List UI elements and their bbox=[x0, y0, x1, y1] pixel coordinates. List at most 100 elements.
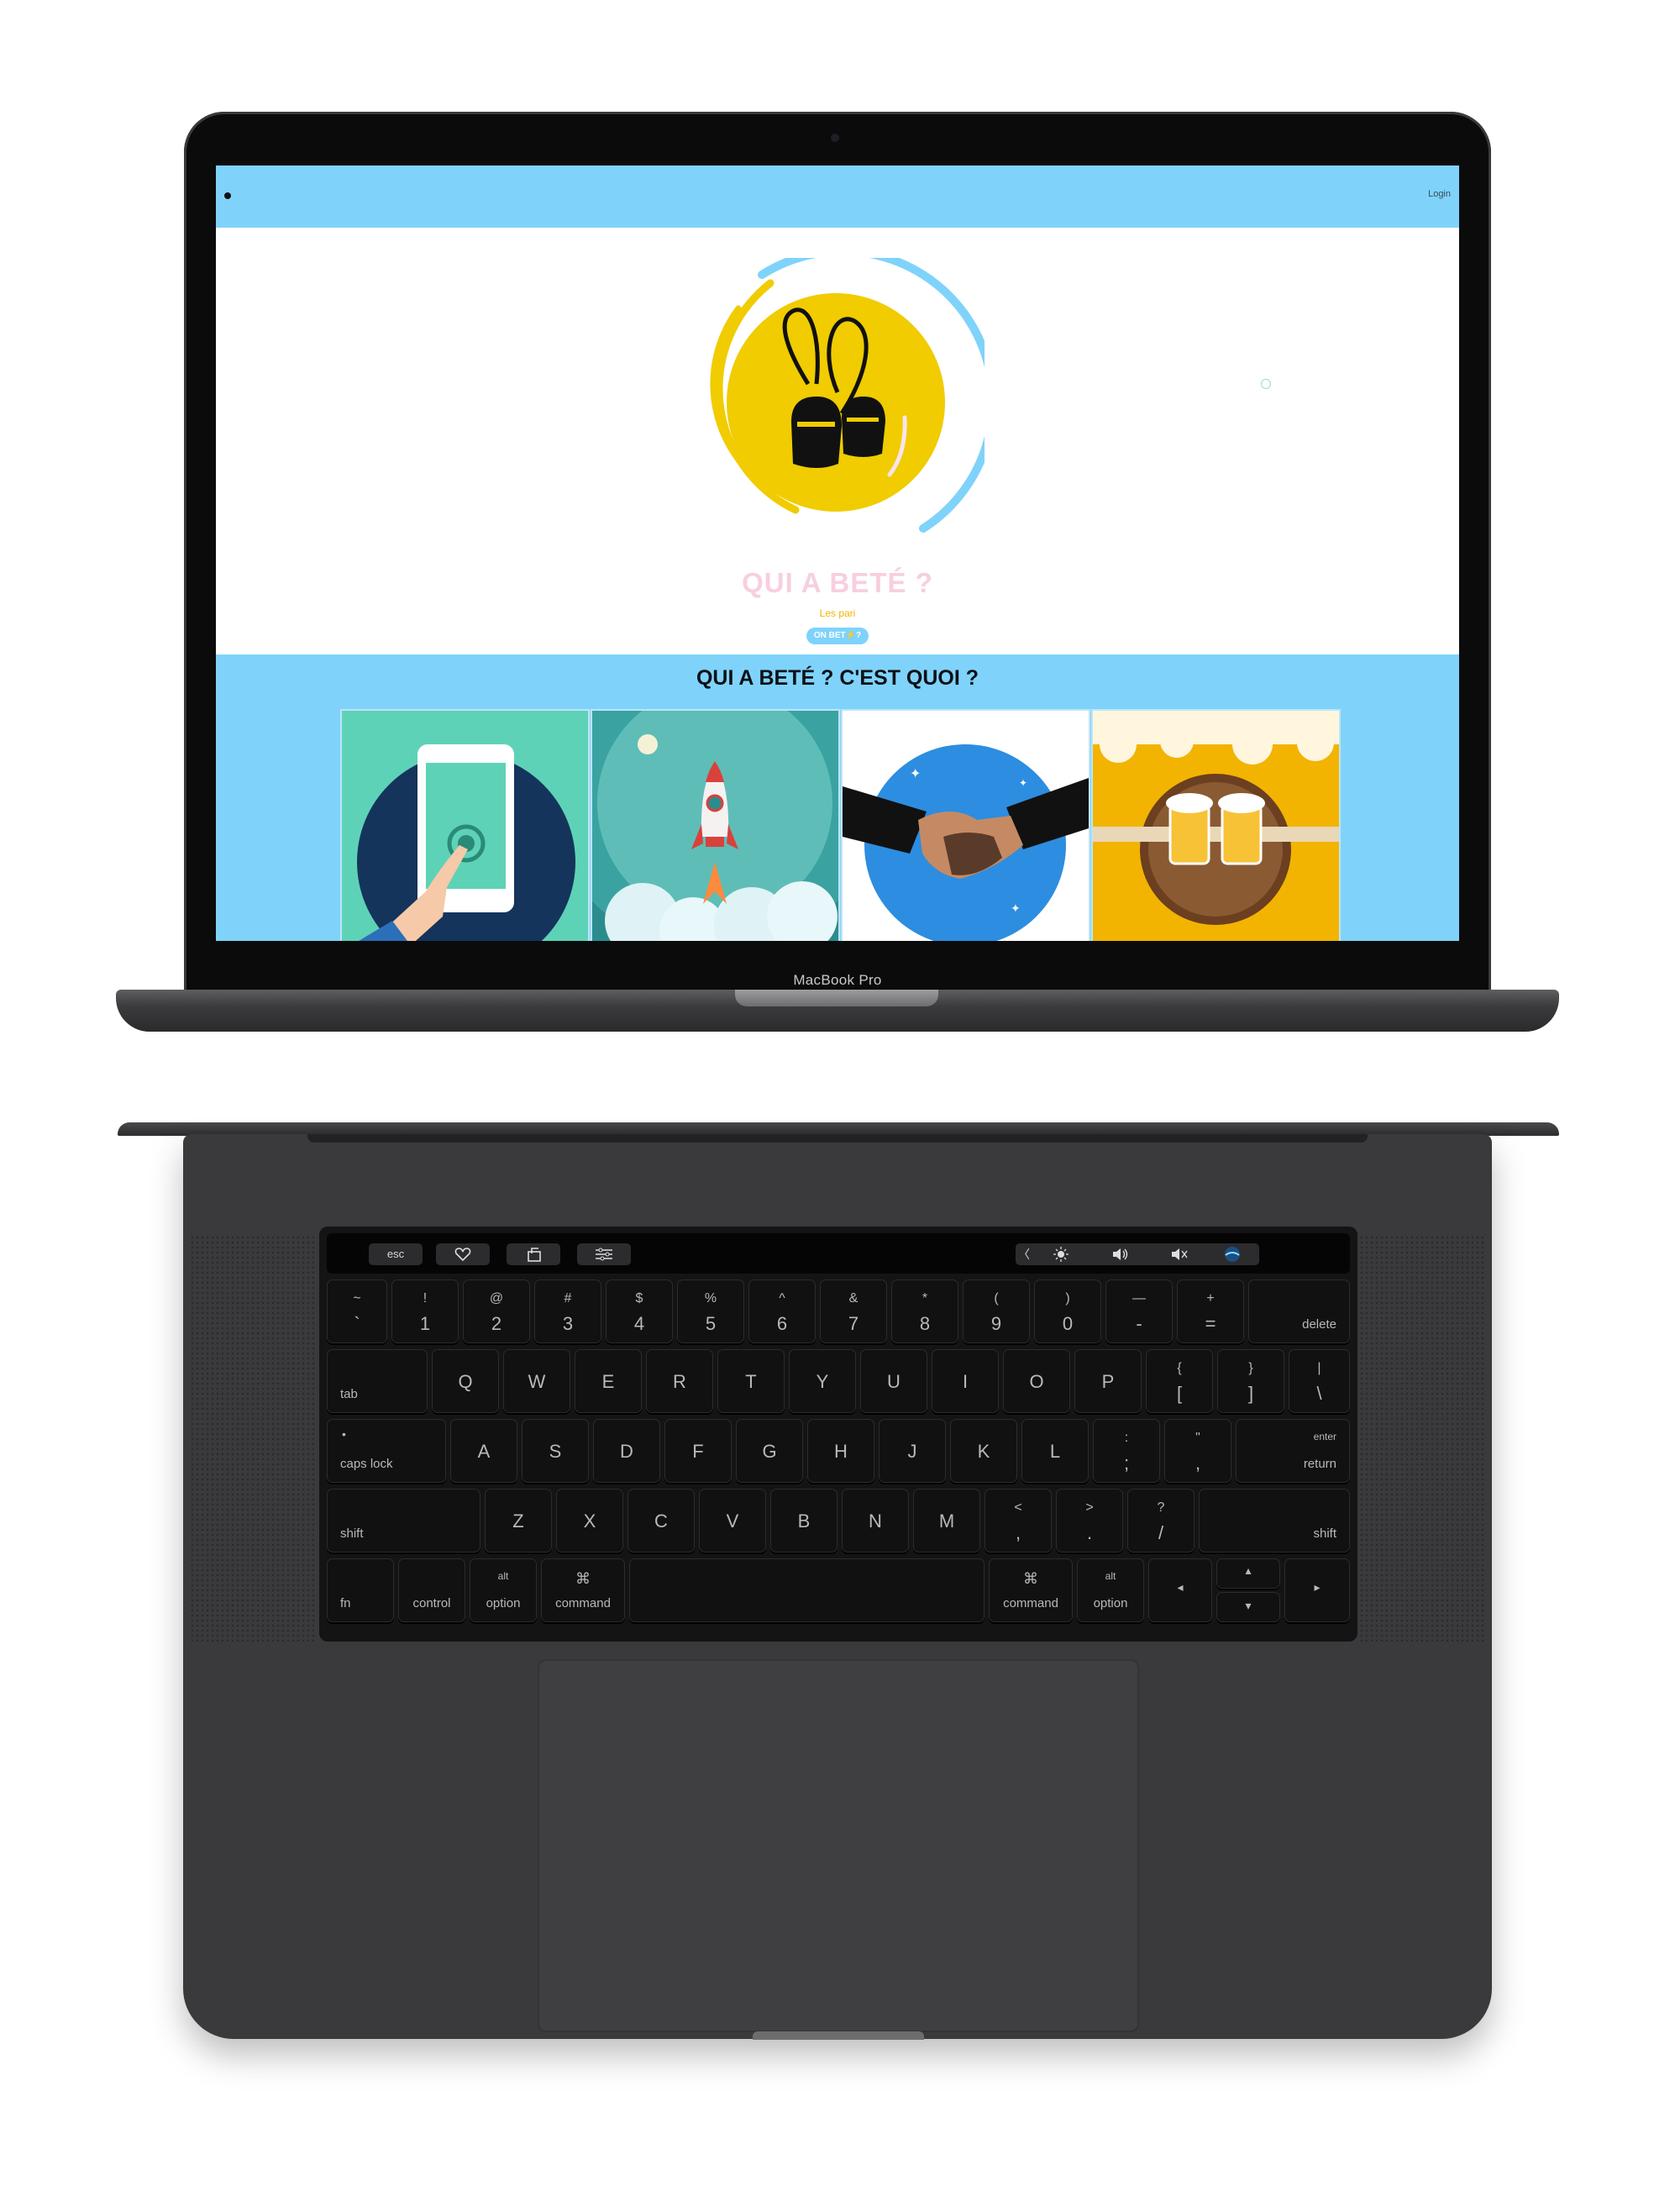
key-e[interactable]: E bbox=[575, 1349, 642, 1413]
key-3[interactable]: #3 bbox=[534, 1279, 601, 1343]
key-o[interactable]: O bbox=[1003, 1349, 1070, 1413]
key-5[interactable]: % 5 bbox=[677, 1279, 744, 1343]
key-left-option[interactable]: alt option bbox=[470, 1558, 537, 1622]
key-v[interactable]: V bbox=[699, 1489, 766, 1553]
key-shift-char: & bbox=[848, 1291, 859, 1306]
key-char: ] bbox=[1247, 1383, 1254, 1404]
login-link[interactable]: Login bbox=[1428, 189, 1451, 199]
key-right-shift[interactable]: shift bbox=[1199, 1489, 1350, 1553]
key-comma[interactable]: <, bbox=[985, 1489, 1052, 1553]
key-delete[interactable]: delete bbox=[1248, 1279, 1350, 1343]
key-left-bracket[interactable]: {[ bbox=[1146, 1349, 1213, 1413]
key-char: 8 bbox=[919, 1313, 931, 1334]
key-semicolon[interactable]: :; bbox=[1093, 1419, 1160, 1483]
key-4[interactable]: $4 bbox=[606, 1279, 673, 1343]
key-j[interactable]: J bbox=[879, 1419, 946, 1483]
card-beer[interactable] bbox=[1091, 709, 1341, 941]
key-z[interactable]: Z bbox=[485, 1489, 552, 1553]
key-shift-char: $ bbox=[635, 1291, 643, 1306]
key-9[interactable]: (9 bbox=[963, 1279, 1030, 1343]
key-char: . bbox=[1086, 1522, 1093, 1543]
card-handshake[interactable]: ✦ ✦ ✦ bbox=[841, 709, 1090, 941]
esc-key[interactable]: esc bbox=[369, 1243, 423, 1265]
key-return[interactable]: enter return bbox=[1236, 1419, 1350, 1483]
trackpad[interactable] bbox=[538, 1659, 1139, 2032]
key-tab[interactable]: tab bbox=[327, 1349, 428, 1413]
key-arrow-left[interactable]: ◂ bbox=[1148, 1558, 1212, 1622]
volume-icon[interactable] bbox=[1093, 1243, 1147, 1265]
siri-icon[interactable] bbox=[1209, 1243, 1256, 1265]
key-caps-lock[interactable]: • caps lock bbox=[327, 1419, 446, 1483]
caps-indicator-icon: • bbox=[342, 1427, 346, 1441]
key-h[interactable]: H bbox=[807, 1419, 874, 1483]
key-shift-char: ^ bbox=[779, 1291, 785, 1306]
key-g[interactable]: G bbox=[736, 1419, 803, 1483]
key-2[interactable]: @2 bbox=[463, 1279, 530, 1343]
key-w[interactable]: W bbox=[503, 1349, 570, 1413]
key-s[interactable]: S bbox=[522, 1419, 589, 1483]
key-alt-label: alt bbox=[1105, 1570, 1116, 1582]
key-control[interactable]: control bbox=[398, 1558, 465, 1622]
key-quote[interactable]: ", bbox=[1164, 1419, 1231, 1483]
share-icon[interactable] bbox=[507, 1243, 560, 1265]
key-equals[interactable]: + = bbox=[1177, 1279, 1244, 1343]
key-minus[interactable]: — - bbox=[1105, 1279, 1173, 1343]
key-shift-char: ? bbox=[1157, 1500, 1165, 1515]
key-0[interactable]: ) 0 bbox=[1034, 1279, 1101, 1343]
key-6[interactable]: ^ 6 bbox=[748, 1279, 816, 1343]
key-x[interactable]: X bbox=[556, 1489, 623, 1553]
key-fn[interactable]: fn bbox=[327, 1558, 394, 1622]
key-p[interactable]: P bbox=[1074, 1349, 1142, 1413]
key-label: fn bbox=[340, 1596, 351, 1610]
key-t[interactable]: T bbox=[717, 1349, 785, 1413]
key-alt-label: alt bbox=[497, 1570, 509, 1582]
key-7[interactable]: & 7 bbox=[820, 1279, 887, 1343]
key-shift-char: ~ bbox=[353, 1291, 361, 1306]
mute-icon[interactable] bbox=[1152, 1243, 1205, 1265]
key-q[interactable]: Q bbox=[432, 1349, 499, 1413]
key-f[interactable]: F bbox=[664, 1419, 732, 1483]
key-k[interactable]: K bbox=[950, 1419, 1017, 1483]
key-left-shift[interactable]: shift bbox=[327, 1489, 480, 1553]
card-phone[interactable] bbox=[340, 709, 590, 941]
key-alt-label: enter bbox=[1313, 1431, 1336, 1442]
key-m[interactable]: M bbox=[913, 1489, 980, 1553]
key-left-command[interactable]: ⌘ command bbox=[541, 1558, 625, 1622]
key-char: K bbox=[977, 1441, 990, 1462]
key-u[interactable]: U bbox=[860, 1349, 927, 1413]
key-backslash[interactable]: | \ bbox=[1289, 1349, 1350, 1413]
key-c[interactable]: C bbox=[627, 1489, 695, 1553]
key-l[interactable]: L bbox=[1021, 1419, 1089, 1483]
brightness-icon[interactable] bbox=[1034, 1243, 1088, 1265]
chevron-left-icon[interactable]: 〈 bbox=[1016, 1243, 1032, 1265]
key-arrow-up[interactable]: ▴ bbox=[1216, 1558, 1280, 1589]
key-arrow-down[interactable]: ▾ bbox=[1216, 1592, 1280, 1622]
key-a[interactable]: A bbox=[450, 1419, 517, 1483]
key-char: 1 bbox=[419, 1313, 431, 1334]
key-b[interactable]: B bbox=[770, 1489, 838, 1553]
site-logo-icon[interactable] bbox=[224, 192, 231, 199]
key-y[interactable]: Y bbox=[789, 1349, 856, 1413]
key-1[interactable]: ! 1 bbox=[391, 1279, 459, 1343]
key-right-command[interactable]: ⌘ command bbox=[989, 1558, 1073, 1622]
key-slash[interactable]: ? / bbox=[1127, 1489, 1195, 1553]
right-speaker-grille bbox=[1359, 1235, 1485, 1642]
key-backtick[interactable]: ~ ` bbox=[327, 1279, 387, 1343]
key-r[interactable]: R bbox=[646, 1349, 713, 1413]
key-n[interactable]: N bbox=[842, 1489, 909, 1553]
key-d[interactable]: D bbox=[593, 1419, 660, 1483]
key-char: A bbox=[477, 1441, 491, 1462]
hero-title: QUI A BETÉ ? bbox=[742, 567, 933, 598]
key-char: Y bbox=[816, 1371, 829, 1392]
key-right-option[interactable]: alt option bbox=[1077, 1558, 1144, 1622]
key-i[interactable]: I bbox=[932, 1349, 999, 1413]
key-space[interactable] bbox=[629, 1558, 985, 1622]
on-bet-button[interactable]: ON BET⚡? bbox=[806, 628, 869, 644]
card-rocket[interactable] bbox=[591, 709, 840, 941]
heart-icon[interactable] bbox=[436, 1243, 490, 1265]
key-arrow-right[interactable]: ▸ bbox=[1284, 1558, 1350, 1622]
key-period[interactable]: >. bbox=[1056, 1489, 1123, 1553]
key-8[interactable]: * 8 bbox=[891, 1279, 958, 1343]
key-right-bracket[interactable]: }] bbox=[1217, 1349, 1284, 1413]
sliders-icon[interactable] bbox=[577, 1243, 631, 1265]
